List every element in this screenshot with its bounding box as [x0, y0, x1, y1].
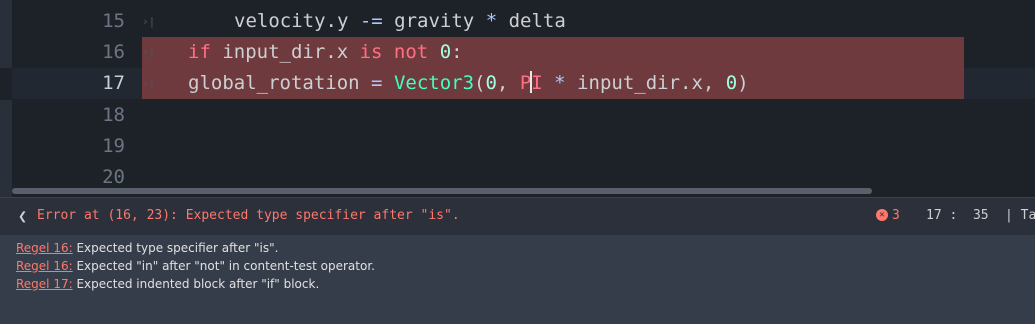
code-text: if input_dir.x is not 0: — [188, 41, 463, 63]
error-description: Expected indented block after "if" block… — [72, 277, 320, 291]
error-description: Expected "in" after "not" in content-tes… — [72, 259, 375, 273]
code-line[interactable]: 15 ›| velocity.y -= gravity * delta — [12, 6, 1035, 37]
code-line[interactable]: 16 ›| if input_dir.x is not 0: — [12, 37, 1035, 68]
error-line-link[interactable]: Regel 16: — [16, 241, 73, 255]
error-count[interactable]: 3 — [892, 208, 900, 223]
editor-left-border — [0, 0, 12, 197]
indent-mode[interactable]: | Tabs — [1005, 208, 1035, 223]
code-editor[interactable]: 15 ›| velocity.y -= gravity * delta 16 ›| if … — [0, 0, 1035, 197]
tab-indicator-icon: ›| — [142, 15, 156, 28]
tab-indicator-icon: ›| — [142, 46, 156, 59]
error-list-item: Regel 16: Expected "in" after "not" in c… — [16, 259, 375, 273]
error-description: Expected type specifier after "is". — [72, 241, 279, 255]
errors-panel: Regel 16: Expected type specifier after … — [0, 235, 1035, 324]
horizontal-scrollbar[interactable] — [12, 188, 1022, 195]
line-number: 18 — [102, 104, 125, 126]
code-line[interactable]: 19 — [12, 131, 1035, 162]
code-text: global_rotation = Vector3(0, PI * input_… — [188, 71, 749, 94]
line-number: 16 — [102, 41, 125, 63]
status-error-message[interactable]: Error at (16, 23): Expected type specifi… — [37, 208, 460, 223]
error-line-link[interactable]: Regel 17: — [16, 277, 73, 291]
error-line-link[interactable]: Regel 16: — [16, 259, 73, 273]
code-text: velocity.y -= gravity * delta — [234, 10, 566, 32]
tab-indicator-icon: ›| — [142, 77, 156, 90]
horizontal-scrollbar-thumb[interactable] — [12, 188, 872, 194]
line-number: 17 — [102, 72, 125, 94]
error-icon[interactable]: ✕ — [876, 209, 888, 221]
status-bar: ❮ Error at (16, 23): Expected type speci… — [0, 197, 1035, 235]
line-number: 15 — [102, 10, 125, 32]
cursor-position: 17 : 35 — [926, 208, 989, 223]
line-number: 19 — [102, 135, 125, 157]
error-list-item: Regel 17: Expected indented block after … — [16, 277, 319, 291]
code-line[interactable]: 18 — [12, 100, 1035, 131]
code-line[interactable]: 17 ›| global_rotation = Vector3(0, PI * in… — [12, 68, 1035, 99]
toggle-panel-chevron-icon[interactable]: ❮ — [18, 207, 27, 225]
error-list-item: Regel 16: Expected type specifier after … — [16, 241, 278, 255]
